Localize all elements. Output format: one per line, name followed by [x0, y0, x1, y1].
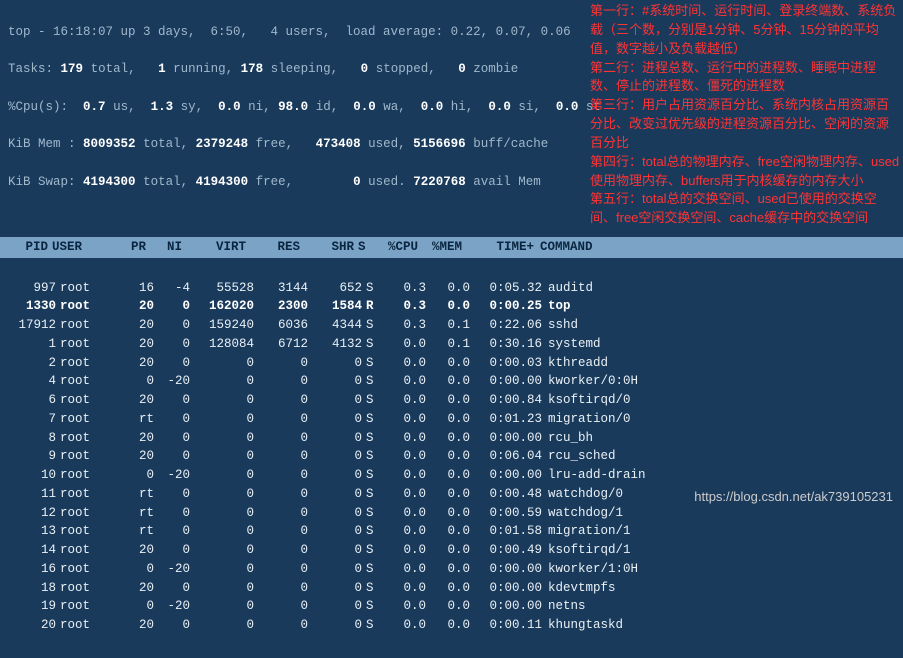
annotation-line: 第一行：#系统时间、运行时间、登录终端数、系统负载（三个数，分别是1分钟、5分钟… — [590, 2, 900, 59]
table-row[interactable]: 16root0-20000S0.00.00:00.00kworker/1:0H — [8, 560, 895, 579]
table-row[interactable]: 17912root20015924060364344S0.30.10:22.06… — [8, 316, 895, 335]
table-row[interactable]: 4root0-20000S0.00.00:00.00kworker/0:0H — [8, 372, 895, 391]
table-row[interactable]: 1330root20016202023001584R0.30.00:00.25t… — [8, 297, 895, 316]
annotation-overlay: 第一行：#系统时间、运行时间、登录终端数、系统负载（三个数，分别是1分钟、5分钟… — [590, 2, 900, 228]
table-row[interactable]: 12rootrt0000S0.00.00:00.59watchdog/1 — [8, 504, 895, 523]
table-row[interactable]: 997root16-4555283144652S0.30.00:05.32aud… — [8, 279, 895, 298]
table-row[interactable]: 13rootrt0000S0.00.00:01.58migration/1 — [8, 522, 895, 541]
table-row[interactable]: 7rootrt0000S0.00.00:01.23migration/0 — [8, 410, 895, 429]
table-row[interactable]: 1root20012808467124132S0.00.10:30.16syst… — [8, 335, 895, 354]
table-row[interactable]: 10root0-20000S0.00.00:00.00lru-add-drain — [8, 466, 895, 485]
table-row[interactable]: 20root200000S0.00.00:00.11khungtaskd — [8, 616, 895, 635]
annotation-line: 第五行：total总的交换空间、used已使用的交换空间、free空闲交换空间、… — [590, 190, 900, 228]
table-row[interactable]: 2root200000S0.00.00:00.03kthreadd — [8, 354, 895, 373]
annotation-line: 第四行：total总的物理内存、free空闲物理内存、used使用物理内存、bu… — [590, 153, 900, 191]
table-row[interactable]: 8root200000S0.00.00:00.00rcu_bh — [8, 429, 895, 448]
annotation-line: 第二行：进程总数、运行中的进程数、睡眠中进程数、停止的进程数、僵死的进程数 — [590, 59, 900, 97]
process-table-body: 997root16-4555283144652S0.30.00:05.32aud… — [8, 279, 895, 635]
annotation-line: 第三行：用户占用资源百分比、系统内核占用资源百分比、改变过优先级的进程资源百分比… — [590, 96, 900, 153]
table-row[interactable]: 19root0-20000S0.00.00:00.00netns — [8, 597, 895, 616]
watermark-text: https://blog.csdn.net/ak739105231 — [694, 487, 893, 507]
process-table-header: PIDUSERPRNIVIRTRESSHRS%CPU%MEMTIME+COMMA… — [0, 237, 903, 258]
table-row[interactable]: 9root200000S0.00.00:06.04rcu_sched — [8, 447, 895, 466]
table-row[interactable]: 14root200000S0.00.00:00.49ksoftirqd/1 — [8, 541, 895, 560]
table-row[interactable]: 6root200000S0.00.00:00.84ksoftirqd/0 — [8, 391, 895, 410]
table-row[interactable]: 18root200000S0.00.00:00.00kdevtmpfs — [8, 579, 895, 598]
